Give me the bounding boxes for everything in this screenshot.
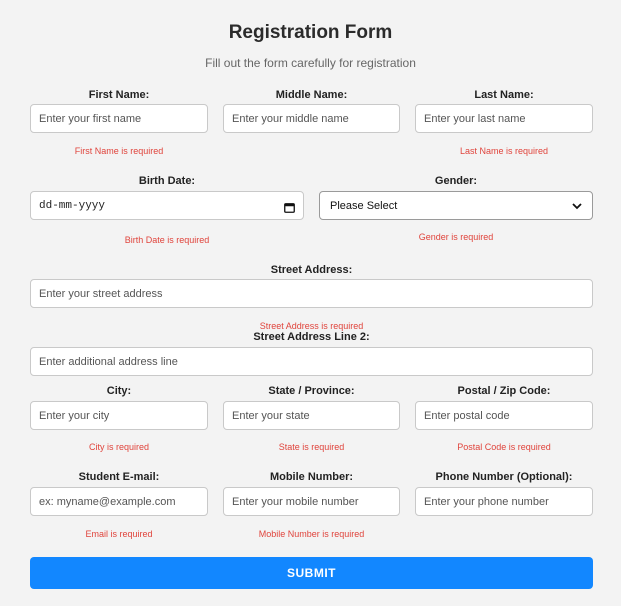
birth-date-error: Birth Date is required: [124, 235, 210, 245]
street-address-input[interactable]: [30, 279, 593, 308]
city-input[interactable]: [30, 401, 208, 430]
city-error: City is required: [88, 442, 150, 452]
form-title: Registration Form: [228, 22, 393, 43]
birth-date-value: dd-mm-yyyy: [39, 199, 106, 212]
state-input[interactable]: [223, 401, 400, 430]
street-address-2-label: Street Address Line 2:: [253, 331, 370, 343]
street-address-error: Street Address is required: [259, 321, 364, 331]
submit-button[interactable]: SUBMIT: [30, 557, 593, 589]
first-name-error: First Name is required: [74, 146, 164, 156]
last-name-input[interactable]: [415, 104, 593, 133]
postal-code-input[interactable]: [415, 401, 593, 430]
city-label: City:: [106, 385, 132, 397]
email-error: Email is required: [85, 529, 153, 539]
last-name-label: Last Name:: [474, 89, 534, 101]
postal-code-label: Postal / Zip Code:: [457, 385, 551, 397]
mobile-input[interactable]: [223, 487, 400, 516]
email-input[interactable]: [30, 487, 208, 516]
calendar-icon[interactable]: [284, 200, 295, 213]
phone-input[interactable]: [415, 487, 593, 516]
birth-date-label: Birth Date:: [138, 175, 196, 187]
first-name-label: First Name:: [88, 89, 150, 101]
state-error: State is required: [278, 442, 345, 452]
first-name-input[interactable]: [30, 104, 208, 133]
gender-label: Gender:: [434, 175, 478, 187]
chevron-down-icon: [572, 197, 582, 215]
mobile-label: Mobile Number:: [269, 471, 354, 483]
gender-error: Gender is required: [418, 232, 494, 242]
birth-date-input[interactable]: dd-mm-yyyy: [30, 191, 304, 220]
gender-select[interactable]: Please Select: [319, 191, 593, 220]
street-address-label: Street Address:: [270, 264, 353, 276]
state-label: State / Province:: [268, 385, 355, 397]
postal-code-error: Postal Code is required: [457, 442, 551, 452]
last-name-error: Last Name is required: [459, 146, 549, 156]
phone-label: Phone Number (Optional):: [435, 471, 573, 483]
mobile-error: Mobile Number is required: [258, 529, 365, 539]
street-address-2-input[interactable]: [30, 347, 593, 376]
middle-name-input[interactable]: [223, 104, 400, 133]
form-subtitle: Fill out the form carefully for registra…: [205, 56, 416, 70]
email-label: Student E-mail:: [78, 471, 160, 483]
middle-name-label: Middle Name:: [275, 89, 348, 101]
gender-selected-value: Please Select: [330, 199, 398, 212]
